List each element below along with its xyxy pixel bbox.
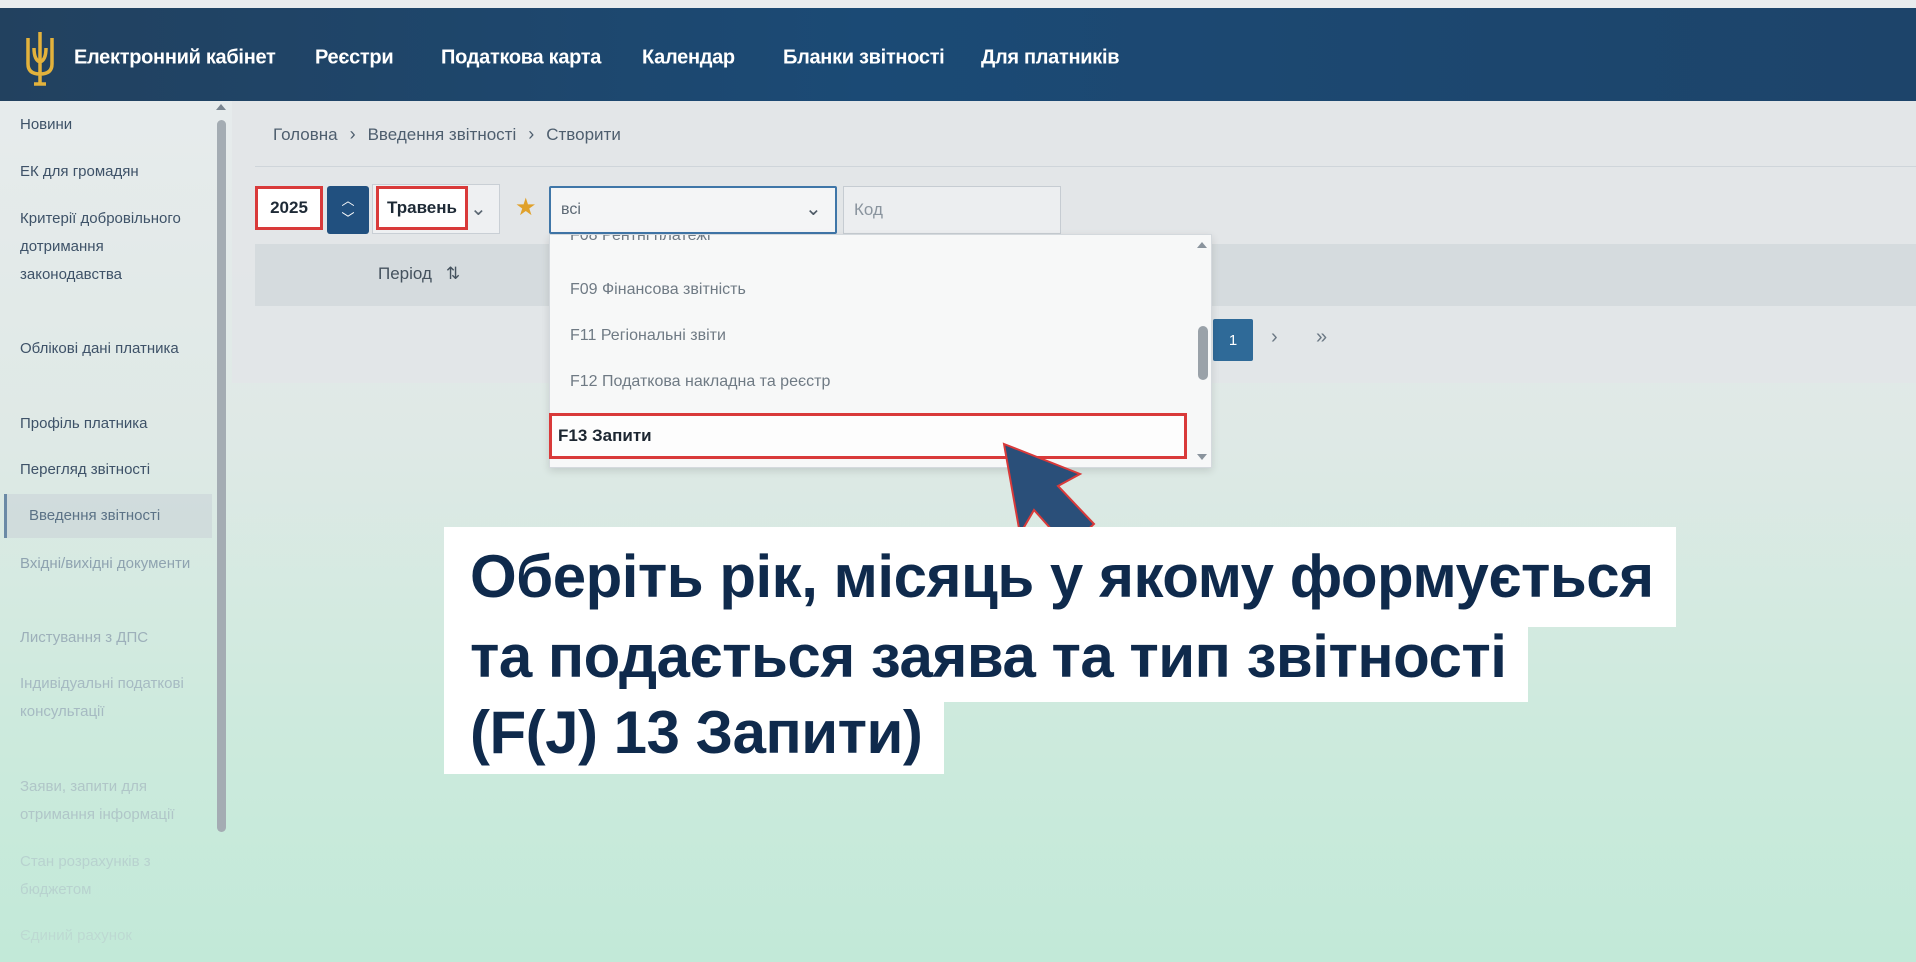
sidebar-item-payer-data[interactable]: Облікові дані платника <box>20 335 200 363</box>
column-period-label: Період <box>378 264 432 283</box>
dropdown-option[interactable]: F09 Фінансова звітність <box>570 281 746 299</box>
divider <box>255 166 1916 167</box>
page-button-current[interactable]: 1 <box>1213 319 1253 361</box>
breadcrumb-create: Створити <box>546 124 621 144</box>
year-stepper[interactable]: ︿ ﹀ <box>327 186 369 234</box>
chevron-down-icon[interactable]: ⌄ <box>805 196 822 221</box>
trident-logo-icon <box>26 32 54 86</box>
chevron-down-icon[interactable]: ⌄ <box>470 196 487 221</box>
sidebar-item-documents[interactable]: Вхідні/вихідні документи <box>20 550 200 578</box>
sidebar-item-enter-reports[interactable]: Введення звітності <box>4 494 212 538</box>
code-input[interactable]: Код <box>843 186 1061 234</box>
sidebar-item-payer-profile[interactable]: Профіль платника <box>20 410 200 438</box>
callout-line-2: та подається заява та тип звітності <box>444 612 1529 702</box>
column-period[interactable]: Період ⇅ <box>378 264 460 284</box>
nav-tax-map[interactable]: Податкова карта <box>441 47 601 70</box>
sidebar-item-budget-settlements[interactable]: Стан розрахунків з бюджетом <box>20 848 200 904</box>
sidebar-item-consultations[interactable]: Індивідуальні податкові консультації <box>20 670 200 726</box>
dropdown-scroll-down-icon[interactable] <box>1197 454 1207 460</box>
dropdown-scroll-up-icon[interactable] <box>1197 242 1207 248</box>
next-page-icon[interactable]: › <box>1271 326 1278 349</box>
dropdown-option[interactable]: F08 Рентні платежі <box>570 235 711 245</box>
sidebar-scrollbar[interactable] <box>217 120 226 832</box>
sidebar-item-correspondence[interactable]: Листування з ДПС <box>20 624 200 652</box>
dropdown-scrollbar[interactable] <box>1198 326 1208 380</box>
breadcrumb-enter-reports[interactable]: Введення звітності <box>368 125 517 145</box>
brand-link[interactable]: Електронний кабінет <box>74 47 276 70</box>
breadcrumb-home[interactable]: Головна <box>273 125 338 145</box>
sidebar-item-news[interactable]: Новини <box>20 111 200 139</box>
chevron-right-icon: › <box>349 124 356 144</box>
last-page-icon[interactable]: » <box>1316 326 1327 349</box>
star-icon[interactable]: ★ <box>515 193 537 222</box>
report-type-select[interactable]: всі <box>549 186 837 234</box>
breadcrumb: Головна › Введення звітності › Створити <box>273 124 621 145</box>
sidebar-scroll-up-icon[interactable] <box>216 104 226 110</box>
dropdown-option[interactable]: F12 Податкова накладна та реєстр <box>570 373 830 391</box>
sidebar-item-information-requests[interactable]: Заяви, запити для отримання інформації <box>20 773 200 829</box>
sidebar-item-ek-citizens[interactable]: ЕК для громадян <box>20 158 200 186</box>
sidebar-item-view-reports[interactable]: Перегляд звітності <box>20 456 200 484</box>
chevron-up-icon[interactable]: ︿ <box>341 192 354 210</box>
chevron-down-icon[interactable]: ﹀ <box>341 210 354 228</box>
month-value[interactable]: Травень <box>376 186 468 230</box>
top-navbar: Електронний кабінет Реєстри Податкова ка… <box>0 8 1916 101</box>
report-type-value: всі <box>561 201 581 218</box>
year-input[interactable]: 2025 <box>255 186 323 230</box>
nav-registries[interactable]: Реєстри <box>315 47 394 70</box>
nav-for-payers[interactable]: Для платників <box>981 47 1120 70</box>
sidebar-item-single-account[interactable]: Єдиний рахунок <box>20 922 200 950</box>
sidebar-item-compliance-criteria[interactable]: Критерії добровільного дотримання законо… <box>20 205 200 289</box>
nav-report-forms[interactable]: Бланки звітності <box>783 47 945 70</box>
sort-icon[interactable]: ⇅ <box>446 264 460 284</box>
callout-line-3: (F(J) 13 Запити) <box>444 692 945 774</box>
nav-calendar[interactable]: Календар <box>642 47 735 70</box>
dropdown-option[interactable]: F11 Регіональні звіти <box>570 327 726 345</box>
chevron-right-icon: › <box>528 124 535 144</box>
